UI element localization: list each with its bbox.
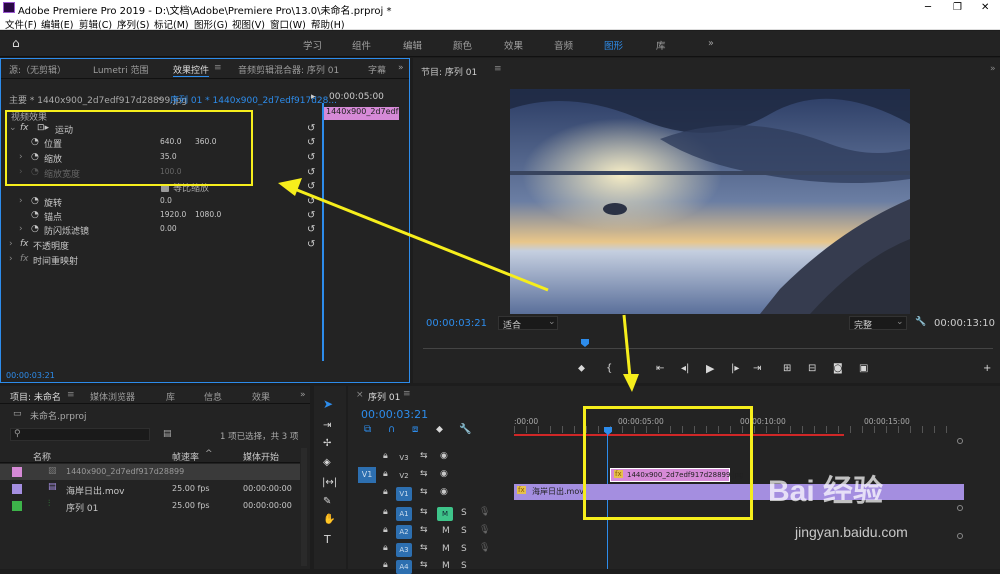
watermark-url: jingyan.baidu.com — [795, 524, 908, 540]
watermark-logo: Bai 经验 — [768, 475, 884, 508]
